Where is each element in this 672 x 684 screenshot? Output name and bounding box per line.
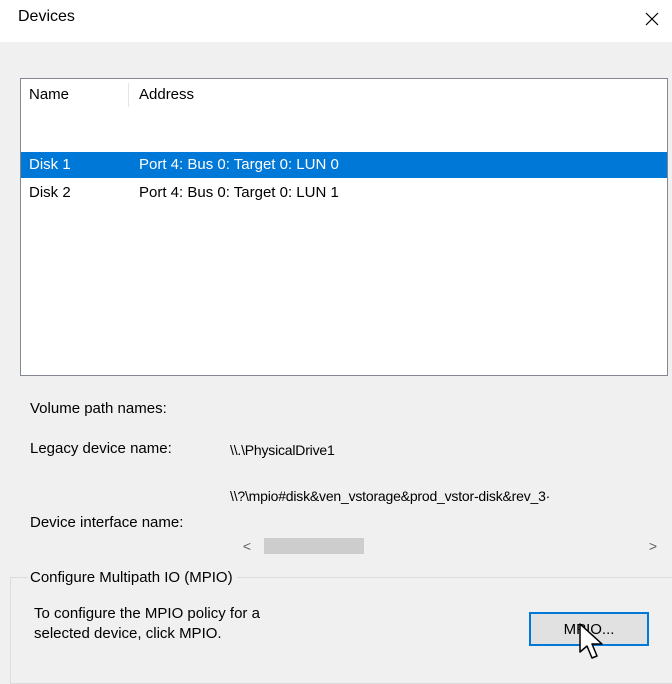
devices-dialog: Devices Name Address Disk 1 Port 4: Bus … <box>0 0 672 684</box>
device-name: Disk 1 <box>29 156 71 173</box>
legacy-device-value: \\.\PhysicalDrive1 <box>230 442 335 458</box>
device-address: Port 4: Bus 0: Target 0: LUN 0 <box>139 156 339 173</box>
dialog-body: Name Address Disk 1 Port 4: Bus 0: Targe… <box>0 42 672 684</box>
legacy-device-label: Legacy device name: <box>30 440 172 457</box>
device-row-disk-1[interactable]: Disk 1 Port 4: Bus 0: Target 0: LUN 0 <box>21 152 667 178</box>
device-name: Disk 2 <box>29 184 71 201</box>
device-interface-label: Device interface name: <box>30 514 184 531</box>
interface-name-scrollbar[interactable]: < > <box>236 534 664 558</box>
scroll-left-button[interactable]: < <box>236 534 258 558</box>
volume-path-label: Volume path names: <box>30 400 167 417</box>
chevron-left-icon: < <box>242 538 252 554</box>
mpio-group-title: Configure Multipath IO (MPIO) <box>28 569 237 586</box>
column-header-address[interactable]: Address <box>129 79 429 111</box>
column-header-name[interactable]: Name <box>21 79 129 111</box>
device-row-disk-2[interactable]: Disk 2 Port 4: Bus 0: Target 0: LUN 1 <box>21 180 667 206</box>
mpio-description: To configure the MPIO policy for a selec… <box>34 605 260 642</box>
device-list-header: Name Address <box>21 79 667 111</box>
close-icon <box>645 12 659 26</box>
device-interface-value: \\?\mpio#disk&ven_vstorage&prod_vstor-di… <box>230 488 551 504</box>
mpio-button-label: MPIO... <box>563 620 615 638</box>
chevron-right-icon: > <box>648 538 658 554</box>
mpio-button[interactable]: MPIO... <box>529 612 649 646</box>
close-button[interactable] <box>632 0 672 38</box>
scroll-right-button[interactable]: > <box>642 534 664 558</box>
title-bar: Devices <box>0 0 672 42</box>
scroll-thumb[interactable] <box>264 538 364 554</box>
device-list[interactable]: Name Address Disk 1 Port 4: Bus 0: Targe… <box>20 78 668 376</box>
window-title: Devices <box>18 8 75 25</box>
device-address: Port 4: Bus 0: Target 0: LUN 1 <box>139 184 339 201</box>
